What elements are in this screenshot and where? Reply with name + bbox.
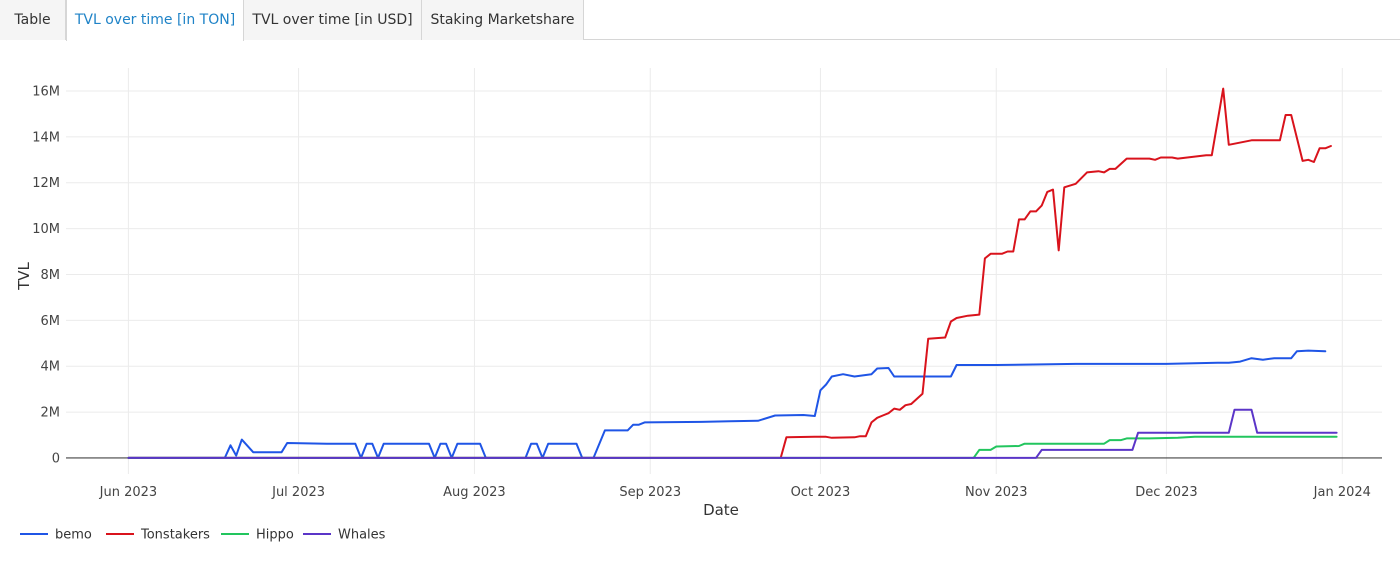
y-tick-label: 6M [41,314,61,329]
x-tick-label: Jun 2023 [99,485,158,500]
x-tick-label: Nov 2023 [965,485,1028,500]
x-tick-label: Aug 2023 [443,485,506,500]
y-tick-label: 2M [41,406,61,421]
legend: bemo Tonstakers Hippo Whales [20,528,386,543]
x-tick-label: Oct 2023 [791,485,851,500]
legend-item-whales[interactable]: Whales [303,528,386,543]
y-tick-label: 8M [41,268,61,283]
series-line-whales[interactable] [127,408,1338,459]
x-axis-ticks: Jun 2023 Jul 2023 Aug 2023 Sep 2023 Oct 2023… [99,485,1371,500]
x-tick-label: Sep 2023 [619,485,681,500]
tab-tvl-ton[interactable]: TVL over time [in TON] [66,0,244,41]
tab-staking-marketshare[interactable]: Staking Marketshare [422,0,584,40]
legend-item-hippo[interactable]: Hippo [221,528,294,543]
legend-item-bemo[interactable]: bemo [20,528,92,543]
series-lines [127,87,1338,459]
y-tick-label: 10M [32,222,60,237]
y-tick-label: 12M [32,176,60,191]
x-axis-title: Date [703,501,739,519]
y-axis-ticks: 0 2M 4M 6M 8M 10M 12M 14M 16M [32,84,60,466]
y-tick-label: 14M [32,130,60,145]
series-line-tonstakers[interactable] [127,87,1332,459]
legend-label: Tonstakers [140,528,210,543]
legend-label: bemo [55,528,92,543]
tvl-line-chart: 0 2M 4M 6M 8M 10M 12M 14M 16M Jun 2023 Jul 2023 Au… [15,68,1382,543]
tab-bar: Table TVL over time [in TON] TVL over ti… [0,0,1400,41]
x-tick-label: Jul 2023 [271,485,325,500]
y-axis-title: TVL [15,261,33,290]
x-gridlines [127,68,1343,474]
y-tick-label: 4M [41,360,61,375]
y-tick-label: 16M [32,84,60,99]
y-tick-label: 0 [52,451,60,466]
series-line-bemo[interactable] [127,349,1327,459]
tab-table[interactable]: Table [0,0,66,40]
tab-tvl-usd[interactable]: TVL over time [in USD] [244,0,422,40]
legend-label: Whales [338,528,386,543]
x-tick-label: Dec 2023 [1135,485,1197,500]
legend-label: Hippo [256,528,294,543]
legend-item-tonstakers[interactable]: Tonstakers [106,528,210,543]
series-line-hippo[interactable] [127,435,1338,459]
x-tick-label: Jan 2024 [1313,485,1371,500]
